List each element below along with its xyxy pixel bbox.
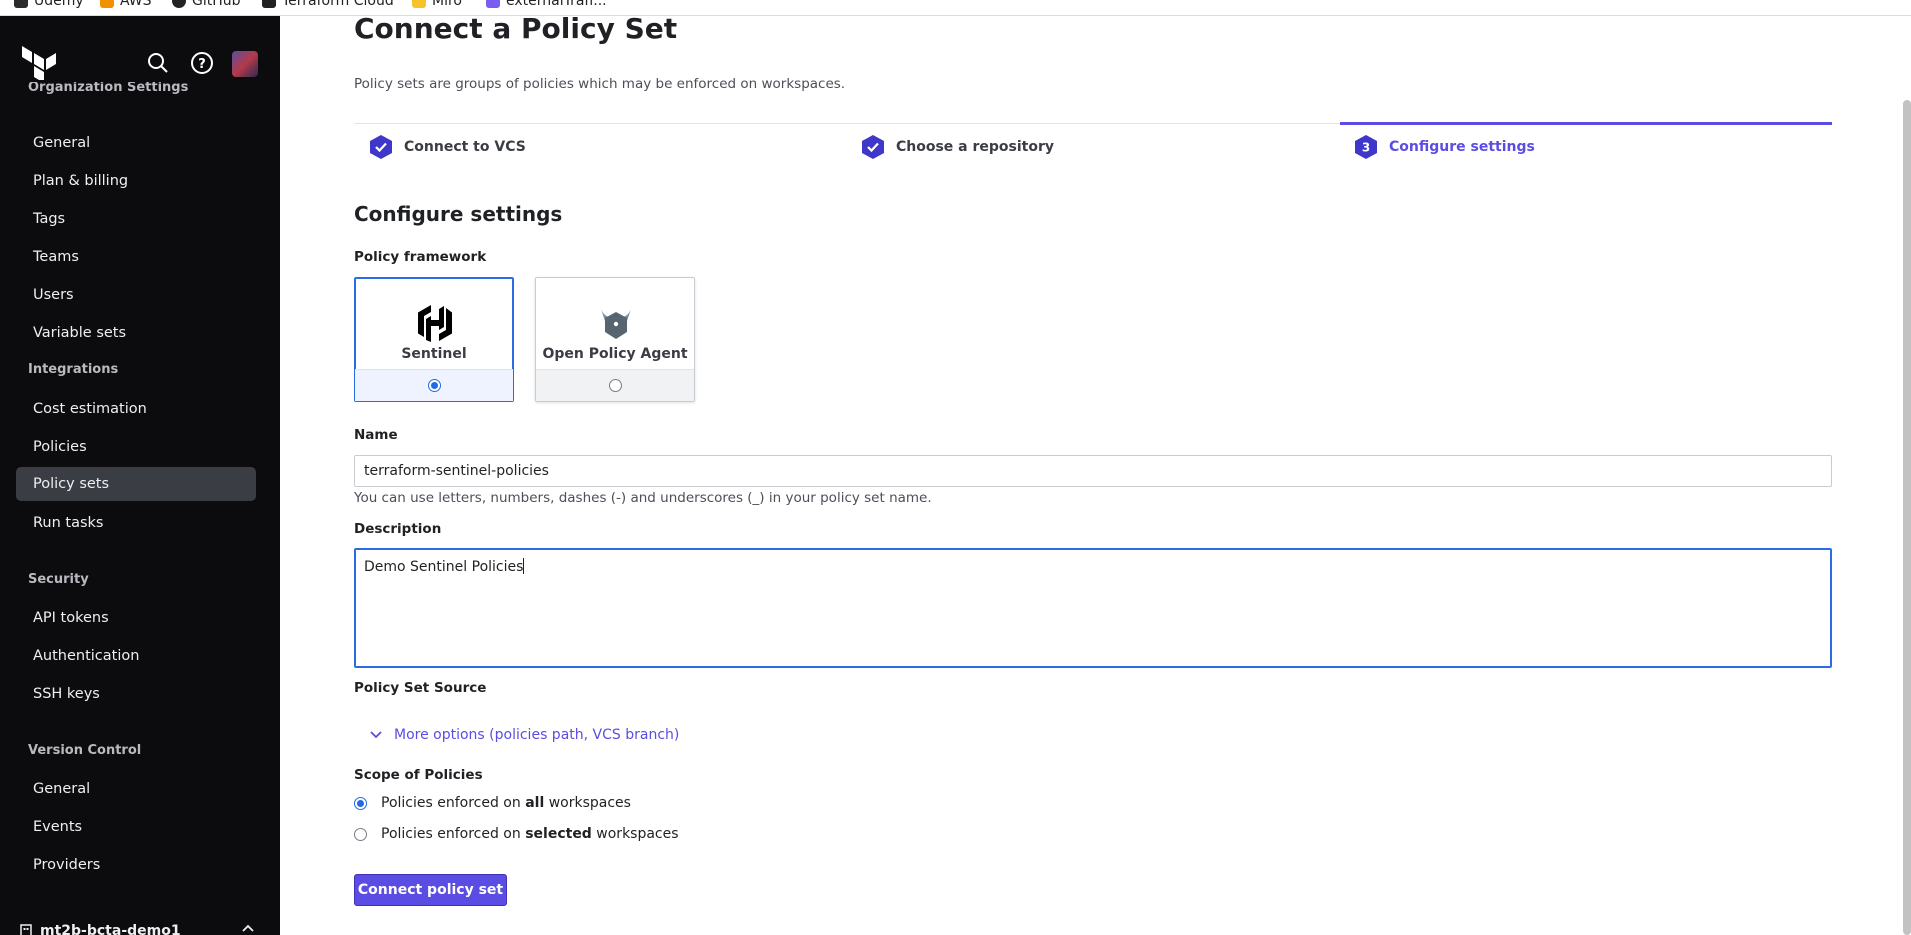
sidebar-item-authentication[interactable]: Authentication — [16, 639, 256, 673]
sidebar-item-tags[interactable]: Tags — [16, 202, 256, 236]
scope-option-selected[interactable]: Policies enforced on selected workspaces — [354, 826, 679, 842]
sentinel-radio[interactable] — [428, 379, 441, 392]
search-icon[interactable] — [146, 51, 170, 75]
bookmark-github[interactable]: GitHub — [172, 0, 241, 9]
framework-option-opa[interactable]: Open Policy Agent — [535, 277, 695, 402]
step-configure-settings[interactable]: 3 Configure settings — [1353, 124, 1535, 170]
bookmark-external-traffic[interactable]: externalTrafi... — [486, 0, 607, 9]
sidebar-item-users[interactable]: Users — [16, 278, 256, 312]
text-cursor — [523, 558, 525, 574]
sidebar-item-api-tokens[interactable]: API tokens — [16, 601, 256, 635]
page-title: Connect a Policy Set — [354, 12, 678, 45]
sidebar-section-integrations: Integrations — [28, 362, 119, 377]
sidebar-item-vcs-general[interactable]: General — [16, 772, 256, 806]
github-icon — [172, 0, 186, 8]
sidebar-item-providers[interactable]: Providers — [16, 848, 256, 882]
bookmark-udemy[interactable]: Udemy — [14, 0, 84, 9]
bookmark-terraform-cloud[interactable]: Terraform Cloud — [262, 0, 394, 9]
terraform-logo-icon[interactable] — [22, 46, 56, 80]
scope-label: Scope of Policies — [354, 767, 483, 783]
framework-footer — [536, 369, 694, 401]
step-connect-to-vcs[interactable]: Connect to VCS — [368, 124, 526, 170]
name-help-text: You can use letters, numbers, dashes (-)… — [354, 490, 932, 506]
help-icon[interactable]: ? — [190, 51, 214, 75]
building-icon — [20, 924, 32, 935]
section-heading: Configure settings — [354, 202, 563, 226]
step-number-hex-icon: 3 — [1355, 135, 1377, 159]
sidebar: ? Organization Settings General Plan & b… — [0, 16, 280, 935]
bookmarks-bar: Udemy AWS GitHub Terraform Cloud Miro ex… — [0, 0, 1911, 16]
org-name: mt2b-bcta-demo1 — [40, 923, 181, 935]
opa-logo-icon — [600, 306, 632, 339]
svg-text:3: 3 — [1362, 141, 1370, 155]
aws-icon — [100, 0, 114, 8]
bookmark-miro[interactable]: Miro — [412, 0, 462, 9]
description-label: Description — [354, 521, 442, 537]
policy-set-name-input[interactable]: terraform-sentinel-policies — [354, 455, 1832, 487]
svg-text:?: ? — [198, 57, 206, 72]
sidebar-section-version-control: Version Control — [28, 743, 142, 758]
sidebar-item-ssh-keys[interactable]: SSH keys — [16, 677, 256, 711]
policy-framework-label: Policy framework — [354, 249, 487, 265]
page-scrollbar[interactable] — [1903, 100, 1911, 935]
sidebar-item-cost-estimation[interactable]: Cost estimation — [16, 392, 256, 426]
org-switcher[interactable]: mt2b-bcta-demo1 — [20, 920, 260, 935]
miro-icon — [412, 0, 426, 8]
framework-name: Sentinel — [401, 346, 467, 362]
name-label: Name — [354, 427, 398, 443]
main-content: Connect a Policy Set Policy sets are gro… — [280, 12, 1911, 935]
connect-policy-set-button[interactable]: Connect policy set — [354, 874, 507, 906]
step-choose-repository[interactable]: Choose a repository — [860, 124, 1054, 170]
scope-all-radio[interactable] — [354, 796, 367, 810]
framework-option-sentinel[interactable]: Sentinel — [354, 277, 514, 402]
bookmark-aws[interactable]: AWS — [100, 0, 152, 9]
sidebar-item-plan-billing[interactable]: Plan & billing — [16, 164, 256, 198]
sidebar-item-policy-sets[interactable]: Policy sets — [16, 467, 256, 501]
page-subtitle: Policy sets are groups of policies which… — [354, 76, 846, 92]
sidebar-header: ? — [0, 16, 280, 82]
more-options-toggle[interactable]: More options (policies path, VCS branch) — [370, 727, 679, 743]
sidebar-item-general[interactable]: General — [16, 126, 256, 160]
sidebar-item-policies[interactable]: Policies — [16, 430, 256, 464]
wizard-steps: Connect to VCS Choose a repository 3 Con… — [354, 122, 1832, 170]
scope-selected-radio[interactable] — [354, 827, 367, 841]
framework-name: Open Policy Agent — [542, 346, 688, 362]
external-link-icon — [486, 0, 500, 8]
check-hex-icon — [370, 135, 392, 159]
chevron-up-icon — [242, 924, 254, 932]
chevron-down-icon — [370, 731, 382, 739]
sidebar-item-run-tasks[interactable]: Run tasks — [16, 506, 256, 540]
check-hex-icon — [862, 135, 884, 159]
terraform-icon — [262, 0, 276, 8]
opa-radio[interactable] — [609, 379, 622, 392]
user-avatar[interactable] — [232, 51, 258, 77]
description-textarea[interactable]: Demo Sentinel Policies — [354, 548, 1832, 668]
framework-footer — [355, 369, 513, 401]
policy-set-source-label: Policy Set Source — [354, 680, 487, 696]
sidebar-item-teams[interactable]: Teams — [16, 240, 256, 274]
scope-option-all[interactable]: Policies enforced on all workspaces — [354, 795, 631, 811]
sidebar-heading-organization-settings: Organization Settings — [28, 80, 189, 95]
sidebar-section-security: Security — [28, 572, 89, 587]
sidebar-item-events[interactable]: Events — [16, 810, 256, 844]
hashicorp-logo-icon — [418, 305, 452, 342]
udemy-icon — [14, 0, 28, 8]
sidebar-item-variable-sets[interactable]: Variable sets — [16, 316, 256, 350]
